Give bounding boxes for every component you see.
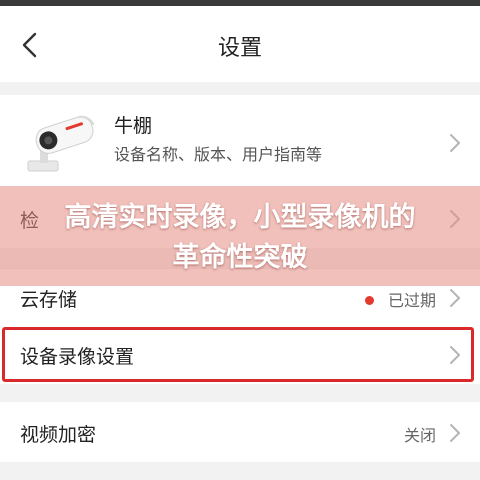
device-info-row[interactable]: 牛棚 设备名称、版本、用户指南等 <box>0 95 480 190</box>
device-name: 牛棚 <box>114 115 153 137</box>
video-encryption-value: 关闭 <box>403 426 436 445</box>
chevron-right-icon <box>448 287 462 309</box>
cloud-storage-label: 云存储 <box>20 289 78 311</box>
settings-screen: 设置 牛棚 设备名称、版本、用户指南等 检 <box>0 0 480 480</box>
chevron-right-icon <box>448 422 462 444</box>
nav-header: 设置 <box>0 6 480 82</box>
status-dot <box>365 296 374 305</box>
page-title: 设置 <box>217 36 262 61</box>
video-encryption-label: 视频加密 <box>20 424 97 446</box>
chevron-right-icon <box>448 132 462 154</box>
security-camera-icon <box>24 109 100 177</box>
caption-line-2: 革命性突破 <box>172 242 308 273</box>
bottom-spacer <box>0 472 480 480</box>
caption-text: 高清实时录像，小型录像机的 革命性突破 <box>0 198 480 278</box>
caption-line-1: 高清实时录像，小型录像机的 <box>64 202 416 233</box>
device-subtitle: 设备名称、版本、用户指南等 <box>114 145 323 164</box>
video-encryption-row[interactable]: 视频加密 关闭 <box>0 402 480 462</box>
highlight-frame <box>2 327 474 382</box>
cloud-storage-status: 已过期 <box>387 291 436 310</box>
